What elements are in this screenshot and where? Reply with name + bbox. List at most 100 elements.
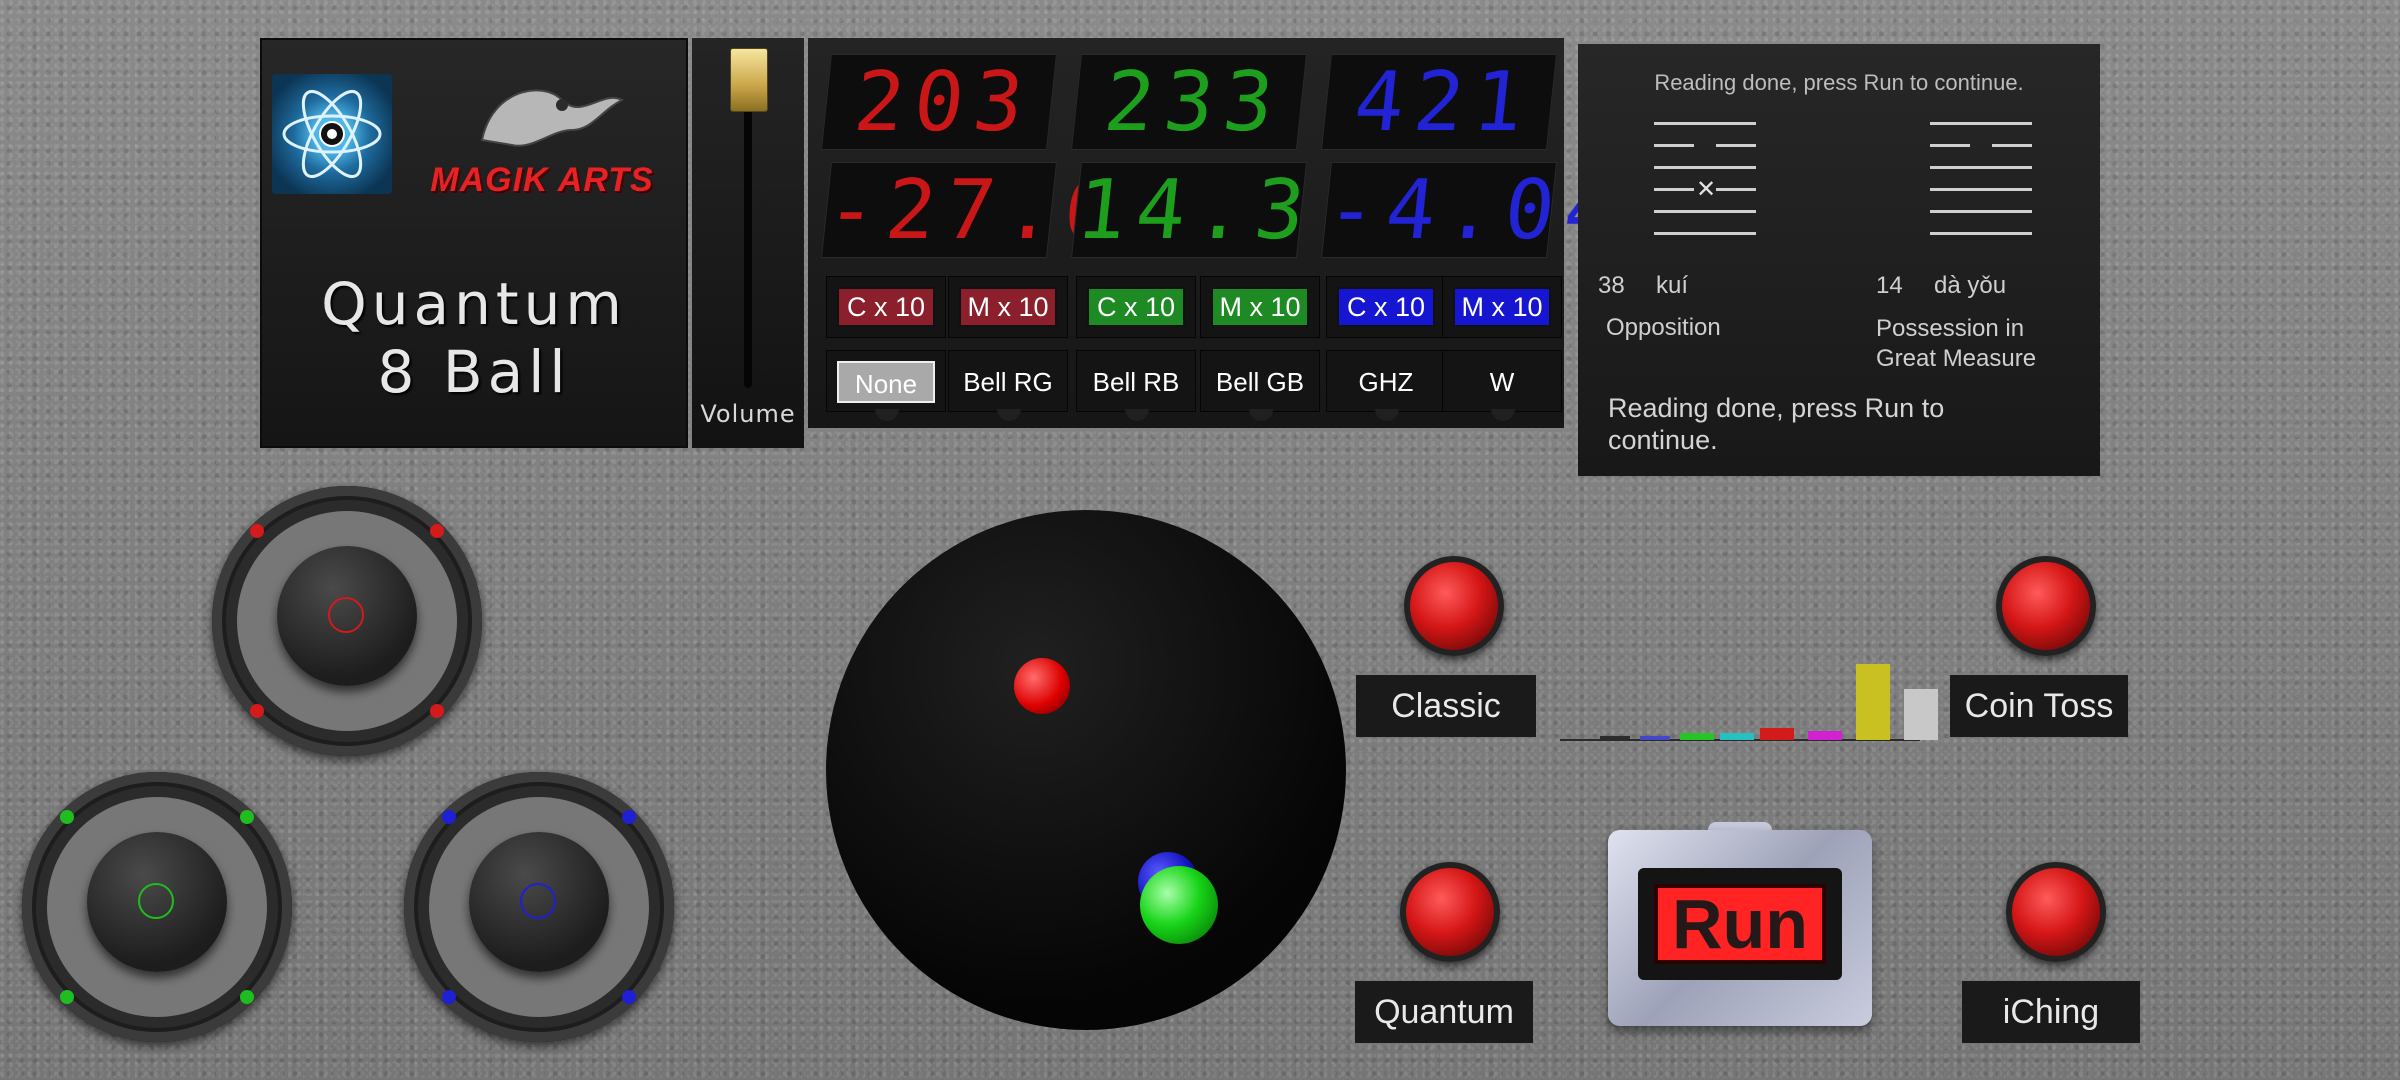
result-bar — [1640, 736, 1670, 740]
notch — [1375, 409, 1399, 421]
state-cell: GHZ — [1326, 350, 1446, 421]
classic-label[interactable]: Classic — [1356, 675, 1536, 737]
magik-arts-logo: MAGIK ARTS — [412, 70, 672, 210]
mode-cell: M x 10 — [1442, 276, 1562, 338]
dial-marker-dot — [60, 990, 74, 1004]
mode-cell: M x 10 — [948, 276, 1068, 338]
result-bar — [1680, 733, 1714, 740]
hex-line — [1930, 166, 2032, 169]
dial-marker-dot — [622, 990, 636, 1004]
blue-m-x10-button[interactable]: M x 10 — [1453, 287, 1551, 327]
dial-center-ring — [138, 883, 174, 919]
red-count-display: 203 — [820, 54, 1058, 150]
mode-cell: C x 10 — [1076, 276, 1196, 338]
blue-value: -4.04 — [1321, 163, 1629, 258]
state-cell: Bell RB — [1076, 350, 1196, 421]
reading-header: Reading done, press Run to continue. — [1654, 70, 2024, 95]
classic-button[interactable] — [1404, 556, 1504, 656]
dial-marker-dot — [240, 810, 254, 824]
blue-count: 421 — [1349, 55, 1538, 150]
right-hexagram-number: 14 — [1876, 272, 1903, 299]
iching-label[interactable]: iChing — [1962, 981, 2140, 1043]
left-hexagram-number: 38 — [1598, 272, 1625, 299]
volume-slider-thumb[interactable] — [730, 48, 768, 112]
dial-center-ring — [520, 883, 556, 919]
red-m-x10-button[interactable]: M x 10 — [959, 287, 1057, 327]
run-frame: Run — [1608, 830, 1872, 1026]
run-bezel: Run — [1638, 868, 1842, 980]
red-rotary-dial[interactable] — [212, 486, 482, 756]
red-c-x10-button[interactable]: C x 10 — [837, 287, 935, 327]
brand-text: MAGIK ARTS — [430, 161, 654, 199]
mode-cell: C x 10 — [826, 276, 946, 338]
green-c-x10-button[interactable]: C x 10 — [1087, 287, 1185, 327]
volume-slider-track[interactable] — [744, 98, 752, 388]
hex-line — [1992, 144, 2032, 147]
iching-button[interactable] — [2006, 862, 2106, 962]
red-value-display: -27.6 — [820, 162, 1129, 258]
state-cell: Bell RG — [948, 350, 1068, 421]
dial-marker-dot — [430, 704, 444, 718]
state-cell: None — [826, 350, 946, 421]
coin-toss-label[interactable]: Coin Toss — [1950, 675, 2128, 737]
hex-line — [1654, 210, 1756, 213]
red-count: 203 — [849, 55, 1038, 150]
result-bar — [1856, 664, 1890, 740]
hex-line — [1654, 144, 1694, 147]
bell-gb-button[interactable]: Bell GB — [1211, 361, 1309, 403]
blue-c-x10-button[interactable]: C x 10 — [1337, 287, 1435, 327]
notch — [1491, 409, 1515, 421]
app-title-line2: 8 Ball — [377, 338, 571, 406]
green-ball — [1140, 866, 1218, 944]
app-logo-icon — [272, 74, 392, 194]
hex-line — [1930, 232, 2032, 235]
state-cell: Bell GB — [1200, 350, 1320, 421]
green-rotary-dial[interactable] — [22, 772, 292, 1042]
green-count-display: 233 — [1070, 54, 1308, 150]
state-cell: W — [1442, 350, 1562, 421]
hex-line — [1654, 166, 1756, 169]
quantum-label[interactable]: Quantum — [1355, 981, 1533, 1043]
left-hexagram-desc: Opposition — [1606, 314, 1721, 341]
right-hexagram-name: dà yǒu — [1934, 272, 2007, 299]
mode-cell: C x 10 — [1326, 276, 1446, 338]
notch — [997, 409, 1021, 421]
coin-toss-button[interactable] — [1996, 556, 2096, 656]
result-bar — [1808, 731, 1842, 740]
none-button[interactable]: None — [837, 361, 935, 403]
notch — [1125, 409, 1149, 421]
hex-line — [1930, 144, 1970, 147]
right-hexagram — [1930, 122, 2032, 248]
blue-rotary-dial[interactable] — [404, 772, 674, 1042]
notch — [1249, 409, 1273, 421]
result-bars — [1600, 640, 1938, 740]
quantum-button[interactable] — [1400, 862, 1500, 962]
w-button[interactable]: W — [1453, 361, 1551, 403]
hex-line — [1930, 122, 2032, 125]
changing-line-x-icon: ✕ — [1696, 175, 1717, 203]
dial-marker-dot — [442, 990, 456, 1004]
dial-marker-dot — [240, 990, 254, 1004]
left-hexagram: ✕ — [1654, 122, 1756, 248]
dial-marker-dot — [622, 810, 636, 824]
right-hexagram-desc: Possession in Great Measure — [1876, 315, 2037, 372]
bell-rg-button[interactable]: Bell RG — [959, 361, 1057, 403]
blue-value-display: -4.04 — [1320, 162, 1629, 258]
red-value: -27.6 — [821, 163, 1129, 258]
dial-marker-dot — [442, 810, 456, 824]
bell-rb-button[interactable]: Bell RB — [1087, 361, 1185, 403]
hex-line — [1930, 210, 2032, 213]
green-m-x10-button[interactable]: M x 10 — [1211, 287, 1309, 327]
mode-button-row: C x 10 M x 10 C x 10 M x 10 C x 10 M x 1… — [808, 276, 1564, 344]
mode-cell: M x 10 — [1200, 276, 1320, 338]
state-button-row: None Bell RG Bell RB Bell GB GHZ W — [808, 350, 1564, 421]
dial-marker-dot — [250, 524, 264, 538]
ghz-button[interactable]: GHZ — [1337, 361, 1435, 403]
run-button[interactable]: Run — [1654, 884, 1826, 964]
dial-marker-dot — [250, 704, 264, 718]
result-bar — [1720, 733, 1754, 740]
app-title-line1: Quantum — [321, 270, 627, 338]
red-ball — [1014, 658, 1070, 714]
green-value-display: 14.3 — [1070, 162, 1319, 258]
quantum-sphere — [826, 510, 1346, 1030]
